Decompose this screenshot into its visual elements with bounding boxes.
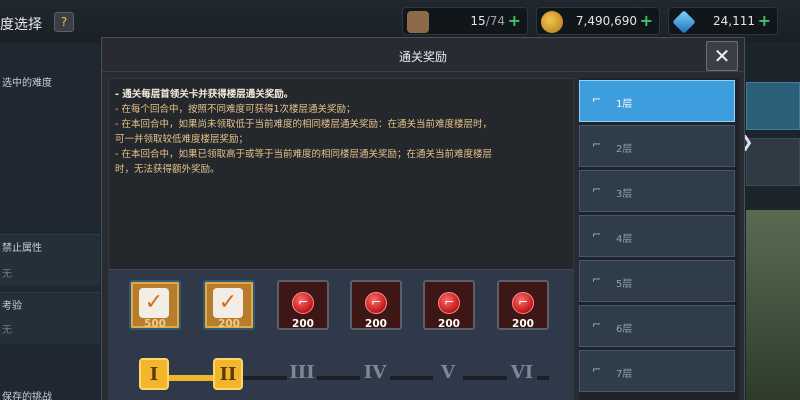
floor-tab-7[interactable]: ⌐ 7层 — [579, 350, 735, 392]
selected-difficulty-label: 选中的难度 — [2, 78, 52, 89]
reward-item-6[interactable]: 200 — [497, 280, 549, 334]
banned-attr-label: 禁止属性 — [2, 243, 42, 254]
close-icon: ✕ — [713, 44, 731, 68]
top-bar: 度选择 ? 15/74 + 7,490,690 + 24,111 + — [0, 0, 800, 42]
reward-amount: 200 — [512, 318, 534, 330]
reward-amount: 200 — [438, 318, 460, 330]
banned-attr-value: 无 — [2, 269, 12, 280]
rule-line: - 在每个回合中，按照不同难度可获得1次楼层通关奖励； — [115, 104, 356, 115]
trial-panel: 考验 无 — [0, 292, 100, 344]
reward-item-5[interactable]: 200 — [423, 280, 475, 334]
dialog-header: 通关奖励 ✕ — [102, 38, 744, 72]
difficulty-node-1[interactable]: I — [139, 358, 169, 390]
difficulty-sidebar: 选中的难度 禁止属性 无 考验 无 保存的挑战 — [0, 42, 100, 400]
stamina-max: /74 — [485, 14, 505, 28]
gem-value: 24,111 — [713, 14, 755, 28]
difficulty-node-4[interactable]: IV — [360, 358, 390, 390]
floor-tab-1[interactable]: ⌐ 1层 — [579, 80, 735, 122]
screen-title: 度选择 — [0, 17, 42, 33]
side-slot — [746, 82, 800, 130]
reward-amount: 200 — [292, 318, 314, 330]
add-stamina-button[interactable]: + — [508, 11, 521, 30]
help-button[interactable]: ? — [54, 12, 74, 32]
floor-tab-3[interactable]: ⌐ 3层 — [579, 170, 735, 212]
difficulty-node-5[interactable]: V — [433, 358, 463, 390]
stairs-icon: ⌐ — [592, 138, 602, 151]
reward-item-2[interactable]: ✓ 200 — [203, 280, 255, 334]
floor-tab-4[interactable]: ⌐ 4层 — [579, 215, 735, 257]
checkmark-icon: ✓ — [213, 288, 243, 318]
red-gem-icon — [365, 292, 387, 314]
diamond-icon — [672, 10, 696, 34]
right-panel: ❯ — [740, 42, 800, 400]
gem-counter: 24,111 + — [668, 7, 778, 35]
reward-amount: 200 — [218, 318, 240, 330]
rule-line: 时，无法获得额外奖励。 — [115, 164, 220, 175]
difficulty-node-3[interactable]: III — [287, 358, 317, 390]
floor-label: 3层 — [616, 189, 633, 200]
stairs-icon: ⌐ — [592, 273, 602, 286]
add-gold-button[interactable]: + — [640, 11, 653, 30]
reward-info-pane: - 通关每层首领关卡并获得楼层通关奖励。 - 在每个回合中，按照不同难度可获得1… — [108, 78, 574, 400]
stairs-icon: ⌐ — [592, 228, 602, 241]
reward-amount: 500 — [144, 318, 166, 330]
reward-item-3[interactable]: 200 — [277, 280, 329, 334]
floor-label: 7层 — [616, 369, 633, 380]
rule-line: 可一并领取较低难度楼层奖励； — [115, 134, 249, 145]
coffee-icon — [407, 11, 429, 33]
red-gem-icon — [292, 292, 314, 314]
floor-label: 4层 — [616, 234, 633, 245]
add-gems-button[interactable]: + — [758, 11, 771, 30]
difficulty-node-6[interactable]: VI — [507, 358, 537, 390]
gold-counter: 7,490,690 + — [536, 7, 660, 35]
red-gem-icon — [512, 292, 534, 314]
floor-label: 1层 — [616, 99, 633, 110]
banned-attr-panel: 禁止属性 无 — [0, 234, 100, 286]
stairs-icon: ⌐ — [592, 318, 602, 331]
reward-item-1[interactable]: ✓ 500 — [129, 280, 181, 334]
red-gem-icon — [438, 292, 460, 314]
floor-label: 5层 — [616, 279, 633, 290]
rule-line: - 在本回合中，如果尚未领取低于当前难度的相同楼层通关奖励：在通关当前难度楼层时… — [115, 119, 492, 130]
rule-line: - 通关每层首领关卡并获得楼层通关奖励。 — [115, 89, 294, 100]
floor-tab-6[interactable]: ⌐ 6层 — [579, 305, 735, 347]
checkmark-icon: ✓ — [139, 288, 169, 318]
rules-text: - 通关每层首领关卡并获得楼层通关奖励。 - 在每个回合中，按照不同难度可获得1… — [115, 87, 565, 177]
close-button[interactable]: ✕ — [706, 41, 738, 71]
difficulty-node-2[interactable]: II — [213, 358, 243, 390]
gold-coin-icon — [541, 11, 563, 33]
reward-amount: 200 — [365, 318, 387, 330]
floor-tab-2[interactable]: ⌐ 2层 — [579, 125, 735, 167]
stairs-icon: ⌐ — [592, 363, 602, 376]
dialog-title: 通关奖励 — [398, 50, 447, 64]
trial-value: 无 — [2, 325, 12, 336]
reward-item-4[interactable]: 200 — [350, 280, 402, 334]
stamina-current: 15 — [470, 14, 486, 28]
saved-challenge-label: 保存的挑战 — [2, 392, 52, 400]
gold-value: 7,490,690 — [575, 14, 637, 28]
floor-label: 6层 — [616, 324, 633, 335]
stamina-counter: 15/74 + — [402, 7, 528, 35]
reward-track: ✓ 500 ✓ 200 200 200 200 — [109, 269, 573, 400]
floor-tab-5[interactable]: ⌐ 5层 — [579, 260, 735, 302]
floor-label: 2层 — [616, 144, 633, 155]
floor-list: ⌐ 1层 ⌐ 2层 ⌐ 3层 ⌐ 4层 ⌐ 5层 ⌐ 6层 ⌐ 7层 — [579, 78, 739, 400]
trial-label: 考验 — [2, 301, 22, 312]
stairs-icon: ⌐ — [592, 93, 602, 106]
clear-reward-dialog: 通关奖励 ✕ - 通关每层首领关卡并获得楼层通关奖励。 - 在每个回合中，按照不… — [101, 37, 745, 400]
scene-artwork — [746, 210, 800, 400]
side-slot — [746, 138, 800, 186]
stairs-icon: ⌐ — [592, 183, 602, 196]
rule-line: - 在本回合中，如果已领取高于或等于当前难度的相同楼层通关奖励；在通关当前难度楼… — [115, 149, 492, 160]
